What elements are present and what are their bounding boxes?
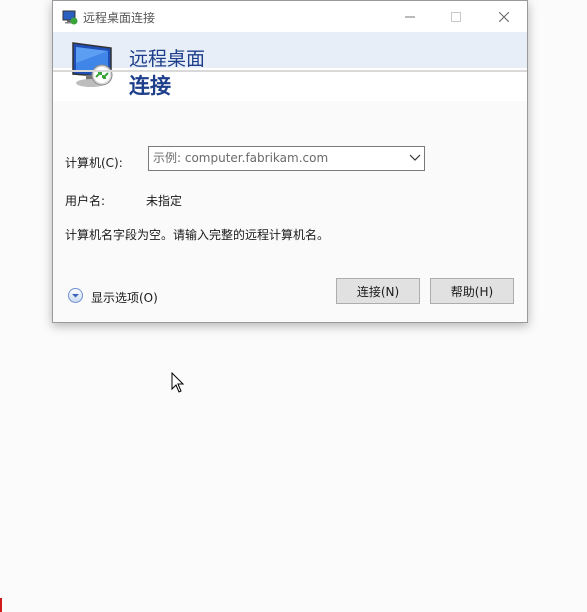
title-bar[interactable]: 远程桌面连接 — [53, 1, 527, 32]
close-icon — [499, 11, 509, 22]
banner-band — [53, 32, 527, 68]
username-label: 用户名: — [65, 194, 106, 208]
dialog-banner: 远程桌面 连接 — [53, 32, 527, 101]
maximize-button[interactable] — [433, 1, 479, 32]
computer-combobox[interactable] — [148, 146, 425, 171]
validation-message: 计算机名字段为空。请输入完整的远程计算机名。 — [65, 228, 330, 242]
expand-options-icon[interactable] — [68, 288, 83, 303]
connect-button[interactable]: 连接(N) — [336, 278, 420, 304]
username-value: 未指定 — [146, 194, 183, 208]
computer-label: 计算机(C): — [65, 156, 123, 170]
banner-divider — [53, 70, 527, 72]
minimize-button[interactable] — [387, 1, 433, 32]
chevron-down-icon[interactable] — [409, 154, 421, 162]
help-button[interactable]: 帮助(H) — [430, 278, 514, 304]
window-title: 远程桌面连接 — [83, 11, 156, 25]
rdp-monitor-icon — [72, 42, 113, 87]
computer-input[interactable] — [151, 148, 405, 168]
rdp-app-icon — [62, 10, 78, 25]
banner-title-line1: 远程桌面 — [129, 48, 206, 70]
mouse-cursor-icon — [171, 372, 185, 393]
edge-marker — [0, 598, 2, 612]
close-button[interactable] — [481, 1, 527, 32]
minimize-icon — [405, 16, 415, 17]
rdp-dialog: 远程桌面连接 远程桌面 连接 计算机(C): 示例: computer.fabr… — [52, 0, 528, 323]
maximize-icon — [451, 11, 461, 22]
banner-title-line2: 连接 — [129, 74, 171, 98]
show-options-link[interactable]: 显示选项(O) — [91, 289, 158, 306]
